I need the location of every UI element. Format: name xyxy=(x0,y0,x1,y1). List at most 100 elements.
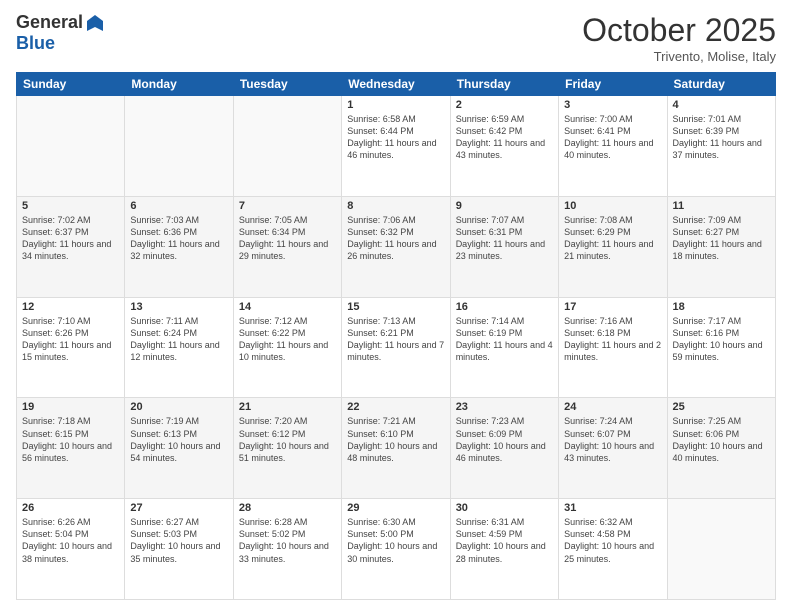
table-row: 22 Sunrise: 7:21 AMSunset: 6:10 PMDayligh… xyxy=(342,398,450,499)
day-info: Sunrise: 7:19 AMSunset: 6:13 PMDaylight:… xyxy=(130,415,227,464)
day-info: Sunrise: 7:01 AMSunset: 6:39 PMDaylight:… xyxy=(673,113,770,162)
table-row: 4 Sunrise: 7:01 AMSunset: 6:39 PMDaylight… xyxy=(667,96,775,197)
day-info: Sunrise: 7:21 AMSunset: 6:10 PMDaylight:… xyxy=(347,415,444,464)
table-row: 24 Sunrise: 7:24 AMSunset: 6:07 PMDayligh… xyxy=(559,398,667,499)
day-number: 17 xyxy=(564,301,661,313)
day-number: 26 xyxy=(22,502,119,514)
day-info: Sunrise: 7:10 AMSunset: 6:26 PMDaylight:… xyxy=(22,315,119,364)
day-info: Sunrise: 7:24 AMSunset: 6:07 PMDaylight:… xyxy=(564,415,661,464)
table-row xyxy=(233,96,341,197)
table-row: 26 Sunrise: 6:26 AMSunset: 5:04 PMDayligh… xyxy=(17,499,125,600)
calendar-page: General Blue October 2025 Trivento, Moli… xyxy=(0,0,792,612)
table-row: 18Sunrise: 7:17 AMSunset: 6:16 PMDayligh… xyxy=(667,297,775,398)
calendar-week-row: 5 Sunrise: 7:02 AMSunset: 6:37 PMDaylight… xyxy=(17,196,776,297)
table-row: 13 Sunrise: 7:11 AMSunset: 6:24 PMDayligh… xyxy=(125,297,233,398)
day-number: 21 xyxy=(239,401,336,413)
day-number: 1 xyxy=(347,99,444,111)
col-tuesday: Tuesday xyxy=(233,73,341,96)
day-info: Sunrise: 6:28 AMSunset: 5:02 PMDaylight:… xyxy=(239,516,336,565)
day-info: Sunrise: 7:00 AMSunset: 6:41 PMDaylight:… xyxy=(564,113,661,162)
calendar-table: Sunday Monday Tuesday Wednesday Thursday… xyxy=(16,72,776,600)
day-number: 3 xyxy=(564,99,661,111)
day-number: 22 xyxy=(347,401,444,413)
day-number: 10 xyxy=(564,200,661,212)
table-row: 11Sunrise: 7:09 AMSunset: 6:27 PMDayligh… xyxy=(667,196,775,297)
location-subtitle: Trivento, Molise, Italy xyxy=(582,49,776,64)
day-info: Sunrise: 7:06 AMSunset: 6:32 PMDaylight:… xyxy=(347,214,444,263)
logo: General Blue xyxy=(16,12,105,54)
day-info: Sunrise: 6:26 AMSunset: 5:04 PMDaylight:… xyxy=(22,516,119,565)
table-row: 1 Sunrise: 6:58 AMSunset: 6:44 PMDaylight… xyxy=(342,96,450,197)
table-row: 28 Sunrise: 6:28 AMSunset: 5:02 PMDayligh… xyxy=(233,499,341,600)
day-info: Sunrise: 7:11 AMSunset: 6:24 PMDaylight:… xyxy=(130,315,227,364)
day-info: Sunrise: 7:02 AMSunset: 6:37 PMDaylight:… xyxy=(22,214,119,263)
day-number: 12 xyxy=(22,301,119,313)
calendar-week-row: 26 Sunrise: 6:26 AMSunset: 5:04 PMDayligh… xyxy=(17,499,776,600)
col-monday: Monday xyxy=(125,73,233,96)
day-number: 13 xyxy=(130,301,227,313)
calendar-header-row: Sunday Monday Tuesday Wednesday Thursday… xyxy=(17,73,776,96)
day-number: 6 xyxy=(130,200,227,212)
col-sunday: Sunday xyxy=(17,73,125,96)
day-info: Sunrise: 7:05 AMSunset: 6:34 PMDaylight:… xyxy=(239,214,336,263)
table-row: 3 Sunrise: 7:00 AMSunset: 6:41 PMDaylight… xyxy=(559,96,667,197)
day-info: Sunrise: 6:27 AMSunset: 5:03 PMDaylight:… xyxy=(130,516,227,565)
day-number: 28 xyxy=(239,502,336,514)
day-number: 9 xyxy=(456,200,553,212)
table-row xyxy=(125,96,233,197)
table-row xyxy=(667,499,775,600)
day-info: Sunrise: 6:32 AMSunset: 4:58 PMDaylight:… xyxy=(564,516,661,565)
day-number: 15 xyxy=(347,301,444,313)
day-number: 2 xyxy=(456,99,553,111)
table-row: 29 Sunrise: 6:30 AMSunset: 5:00 PMDayligh… xyxy=(342,499,450,600)
day-info: Sunrise: 6:58 AMSunset: 6:44 PMDaylight:… xyxy=(347,113,444,162)
day-info: Sunrise: 7:16 AMSunset: 6:18 PMDaylight:… xyxy=(564,315,661,364)
table-row: 31Sunrise: 6:32 AMSunset: 4:58 PMDayligh… xyxy=(559,499,667,600)
day-info: Sunrise: 7:23 AMSunset: 6:09 PMDaylight:… xyxy=(456,415,553,464)
day-number: 23 xyxy=(456,401,553,413)
day-info: Sunrise: 6:31 AMSunset: 4:59 PMDaylight:… xyxy=(456,516,553,565)
table-row: 5 Sunrise: 7:02 AMSunset: 6:37 PMDaylight… xyxy=(17,196,125,297)
table-row: 17 Sunrise: 7:16 AMSunset: 6:18 PMDayligh… xyxy=(559,297,667,398)
calendar-week-row: 19 Sunrise: 7:18 AMSunset: 6:15 PMDayligh… xyxy=(17,398,776,499)
table-row: 9 Sunrise: 7:07 AMSunset: 6:31 PMDaylight… xyxy=(450,196,558,297)
day-number: 30 xyxy=(456,502,553,514)
day-number: 24 xyxy=(564,401,661,413)
day-number: 29 xyxy=(347,502,444,514)
logo-icon xyxy=(85,13,105,33)
title-block: October 2025 Trivento, Molise, Italy xyxy=(582,12,776,64)
day-info: Sunrise: 7:17 AMSunset: 6:16 PMDaylight:… xyxy=(673,315,770,364)
day-info: Sunrise: 7:18 AMSunset: 6:15 PMDaylight:… xyxy=(22,415,119,464)
day-info: Sunrise: 7:13 AMSunset: 6:21 PMDaylight:… xyxy=(347,315,444,364)
day-info: Sunrise: 6:59 AMSunset: 6:42 PMDaylight:… xyxy=(456,113,553,162)
day-number: 5 xyxy=(22,200,119,212)
table-row: 15 Sunrise: 7:13 AMSunset: 6:21 PMDayligh… xyxy=(342,297,450,398)
table-row: 20 Sunrise: 7:19 AMSunset: 6:13 PMDayligh… xyxy=(125,398,233,499)
table-row: 27Sunrise: 6:27 AMSunset: 5:03 PMDayligh… xyxy=(125,499,233,600)
day-info: Sunrise: 7:08 AMSunset: 6:29 PMDaylight:… xyxy=(564,214,661,263)
table-row xyxy=(17,96,125,197)
table-row: 21 Sunrise: 7:20 AMSunset: 6:12 PMDayligh… xyxy=(233,398,341,499)
day-info: Sunrise: 6:30 AMSunset: 5:00 PMDaylight:… xyxy=(347,516,444,565)
col-wednesday: Wednesday xyxy=(342,73,450,96)
day-info: Sunrise: 7:20 AMSunset: 6:12 PMDaylight:… xyxy=(239,415,336,464)
table-row: 8 Sunrise: 7:06 AMSunset: 6:32 PMDaylight… xyxy=(342,196,450,297)
logo-general: General xyxy=(16,12,83,33)
day-number: 20 xyxy=(130,401,227,413)
day-info: Sunrise: 7:07 AMSunset: 6:31 PMDaylight:… xyxy=(456,214,553,263)
day-info: Sunrise: 7:25 AMSunset: 6:06 PMDaylight:… xyxy=(673,415,770,464)
day-info: Sunrise: 7:09 AMSunset: 6:27 PMDaylight:… xyxy=(673,214,770,263)
calendar-week-row: 1 Sunrise: 6:58 AMSunset: 6:44 PMDaylight… xyxy=(17,96,776,197)
month-title: October 2025 xyxy=(582,12,776,49)
table-row: 10 Sunrise: 7:08 AMSunset: 6:29 PMDayligh… xyxy=(559,196,667,297)
table-row: 16Sunrise: 7:14 AMSunset: 6:19 PMDayligh… xyxy=(450,297,558,398)
col-friday: Friday xyxy=(559,73,667,96)
day-number: 8 xyxy=(347,200,444,212)
day-info: Sunrise: 7:14 AMSunset: 6:19 PMDaylight:… xyxy=(456,315,553,364)
col-saturday: Saturday xyxy=(667,73,775,96)
table-row: 12 Sunrise: 7:10 AMSunset: 6:26 PMDayligh… xyxy=(17,297,125,398)
day-number: 19 xyxy=(22,401,119,413)
day-number: 4 xyxy=(673,99,770,111)
day-number: 25 xyxy=(673,401,770,413)
table-row: 23 Sunrise: 7:23 AMSunset: 6:09 PMDayligh… xyxy=(450,398,558,499)
